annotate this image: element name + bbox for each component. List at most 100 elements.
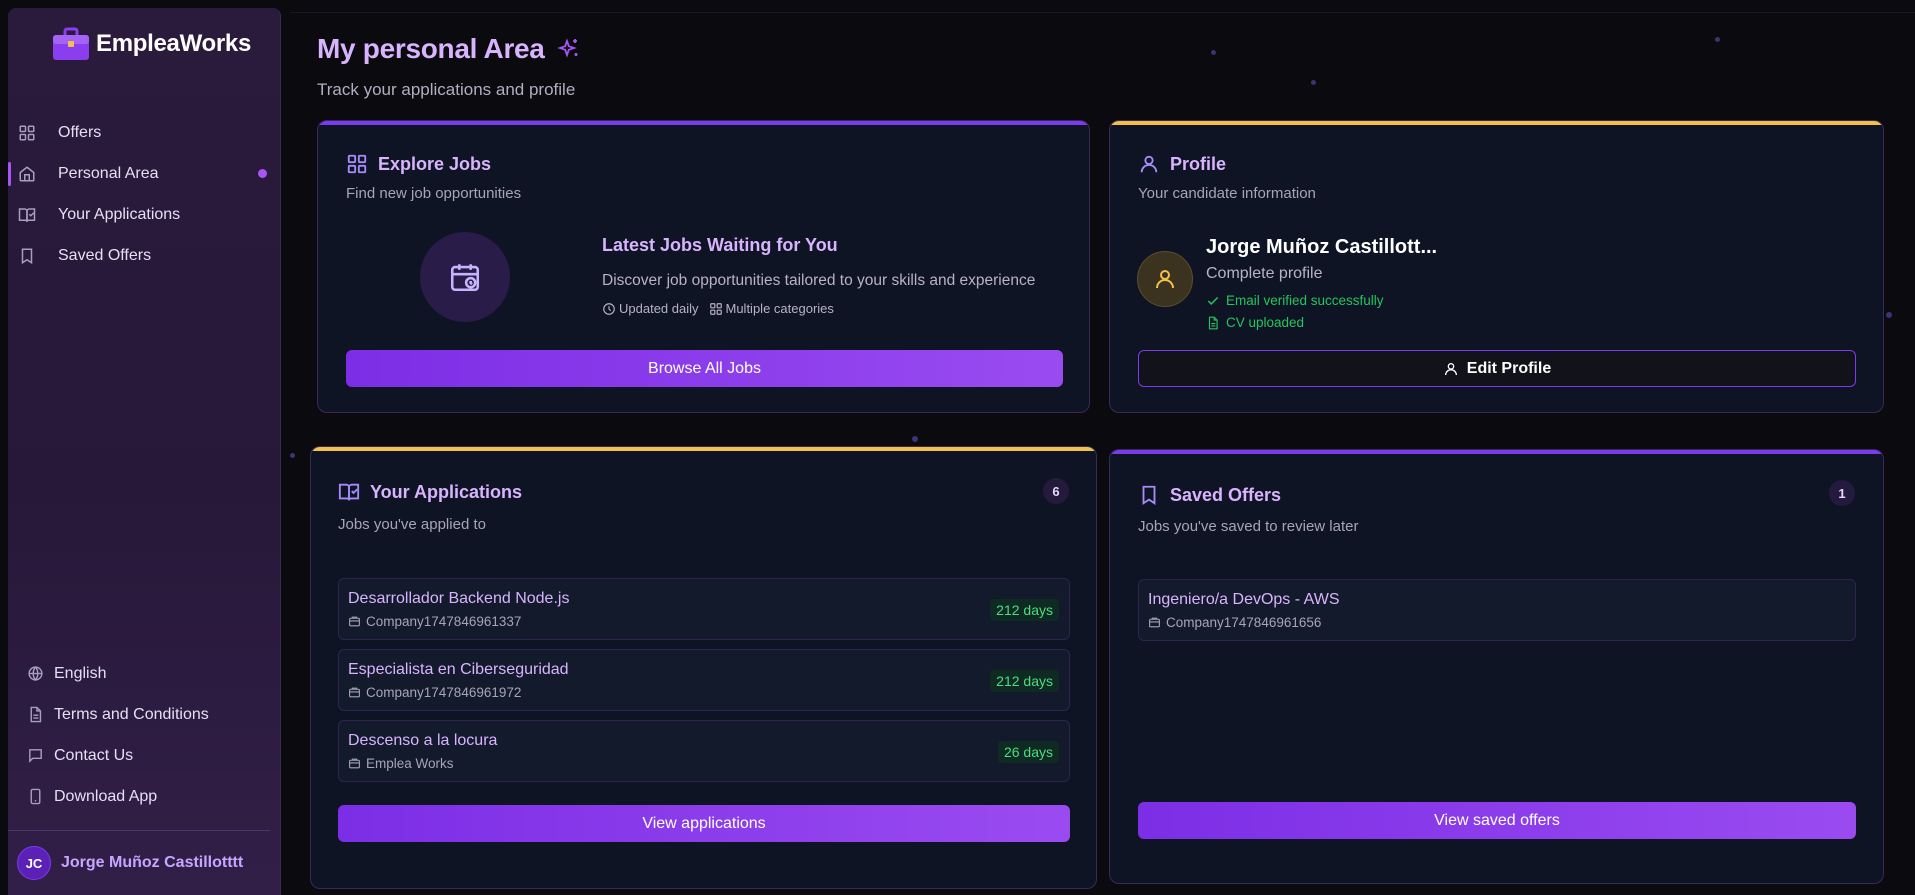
brand-name: EmpleaWorks: [96, 30, 251, 57]
active-indicator-dot: [258, 169, 267, 178]
page-title-text: My personal Area: [317, 33, 545, 64]
user-icon: [1156, 270, 1174, 289]
user-icon: [1444, 362, 1457, 375]
sparkles-icon: [556, 38, 578, 58]
user-icon: [1140, 155, 1158, 173]
brand-logo[interactable]: EmpleaWorks: [52, 27, 251, 61]
building-icon: [349, 616, 360, 627]
decorative-dot: [912, 436, 918, 442]
view-saved-offers-button[interactable]: View saved offers: [1138, 802, 1856, 839]
card-accent-bar: [318, 121, 1089, 125]
decorative-dot: [1211, 50, 1216, 55]
card-accent-bar: [1110, 121, 1883, 125]
document-icon: [30, 706, 42, 723]
sidebar-item-saved-offers[interactable]: Saved Offers: [8, 235, 280, 276]
company-name: Company1747846961972: [366, 685, 522, 700]
browse-all-jobs-button[interactable]: Browse All Jobs: [346, 350, 1063, 387]
top-divider: [290, 12, 1915, 13]
edit-profile-button[interactable]: Edit Profile: [1138, 350, 1856, 387]
home-icon: [19, 165, 35, 181]
saved-offer-item[interactable]: Ingeniero/a DevOps - AWS Company17478469…: [1138, 579, 1856, 641]
saved-offer-company: Company1747846961656: [1148, 615, 1321, 630]
application-item[interactable]: Descenso a la locura Emplea Works 26 day…: [338, 720, 1070, 782]
days-ago-badge: 26 days: [997, 741, 1059, 763]
calendar-clock-icon: [450, 264, 480, 292]
building-icon: [349, 758, 360, 769]
card-subtitle: Jobs you've saved to review later: [1138, 518, 1359, 535]
sidebar-item-label: Your Applications: [58, 205, 181, 223]
avatar: JC: [17, 846, 51, 880]
company-name: Company1747846961656: [1166, 615, 1322, 630]
cv-uploaded-status: CV uploaded: [1206, 315, 1304, 330]
card-subtitle: Your candidate information: [1138, 185, 1316, 202]
application-item[interactable]: Desarrollador Backend Node.js Company174…: [338, 578, 1070, 640]
check-icon: [1207, 296, 1219, 305]
card-header: Explore Jobs: [346, 153, 491, 175]
building-icon: [1149, 617, 1160, 628]
grid-icon: [19, 125, 35, 140]
contact-label: Contact Us: [54, 746, 134, 764]
your-applications-card: Your Applications 6 Jobs you've applied …: [310, 446, 1097, 889]
card-title: Saved Offers: [1170, 484, 1282, 505]
latest-jobs-description: Discover job opportunities tailored to y…: [602, 272, 1036, 289]
card-header: Saved Offers: [1138, 484, 1281, 506]
user-profile-menu[interactable]: JC Jorge Muñoz Castillotttt: [17, 846, 243, 880]
card-accent-bar: [311, 447, 1096, 451]
email-verified-label: Email verified successfully: [1226, 293, 1384, 308]
application-company: Company1747846961337: [348, 614, 521, 629]
card-accent-bar: [1110, 450, 1883, 454]
page-title: My personal Area: [317, 33, 581, 65]
sidebar-item-your-applications[interactable]: Your Applications: [8, 194, 280, 235]
company-name: Company1747846961337: [366, 614, 522, 629]
language-label: English: [54, 664, 107, 682]
file-icon: [1208, 316, 1218, 329]
book-check-icon: [18, 207, 36, 222]
application-title: Descenso a la locura: [348, 732, 498, 749]
card-header: Your Applications: [338, 481, 522, 503]
days-ago-badge: 212 days: [990, 670, 1059, 692]
meta-updated-label: Updated daily: [619, 301, 699, 316]
message-icon: [29, 749, 42, 763]
smartphone-icon: [30, 788, 41, 805]
clock-icon: [603, 302, 615, 315]
bookmark-icon: [1142, 485, 1156, 505]
application-title: Especialista en Ciberseguridad: [348, 661, 569, 678]
cv-uploaded-label: CV uploaded: [1226, 315, 1305, 330]
decorative-dot: [1886, 312, 1892, 318]
terms-label: Terms and Conditions: [54, 705, 209, 723]
language-selector[interactable]: English: [8, 653, 280, 694]
saved-offers-card: Saved Offers 1 Jobs you've saved to revi…: [1109, 449, 1884, 884]
profile-status: Complete profile: [1206, 265, 1323, 282]
view-applications-button[interactable]: View applications: [338, 805, 1070, 842]
terms-link[interactable]: Terms and Conditions: [8, 694, 280, 735]
sidebar-divider: [8, 830, 270, 831]
latest-jobs-meta: Updated daily Multiple categories: [602, 301, 834, 316]
card-subtitle: Find new job opportunities: [346, 185, 522, 202]
contact-link[interactable]: Contact Us: [8, 735, 280, 776]
sidebar-item-offers[interactable]: Offers: [8, 112, 280, 153]
meta-categories: Multiple categories: [709, 301, 834, 316]
application-company: Company1747846961972: [348, 685, 521, 700]
decorative-dot: [290, 453, 295, 458]
card-subtitle: Jobs you've applied to: [338, 516, 486, 533]
meta-categories-label: Multiple categories: [725, 301, 834, 316]
applications-count-badge: 6: [1043, 478, 1069, 504]
meta-updated: Updated daily: [602, 301, 699, 316]
briefcase-logo-icon: [53, 27, 89, 60]
application-item[interactable]: Especialista en Ciberseguridad Company17…: [338, 649, 1070, 711]
avatar: [1137, 251, 1193, 307]
latest-jobs-title: Latest Jobs Waiting for You: [602, 235, 838, 255]
edit-profile-label: Edit Profile: [1466, 359, 1552, 377]
sidebar-item-personal-area[interactable]: Personal Area: [8, 153, 280, 194]
card-title: Profile: [1170, 153, 1227, 174]
sidebar-nav: Offers Personal Area Your Applications S…: [8, 112, 280, 276]
sidebar-item-label: Offers: [58, 123, 102, 141]
download-app-label: Download App: [54, 787, 158, 805]
decorative-dot: [1715, 37, 1720, 42]
card-title: Your Applications: [370, 481, 523, 502]
grid-icon: [347, 154, 367, 174]
user-name: Jorge Muñoz Castillotttt: [61, 854, 244, 871]
sidebar-item-label: Saved Offers: [58, 246, 152, 264]
calendar-illustration: [420, 232, 510, 322]
download-app-link[interactable]: Download App: [8, 776, 280, 817]
